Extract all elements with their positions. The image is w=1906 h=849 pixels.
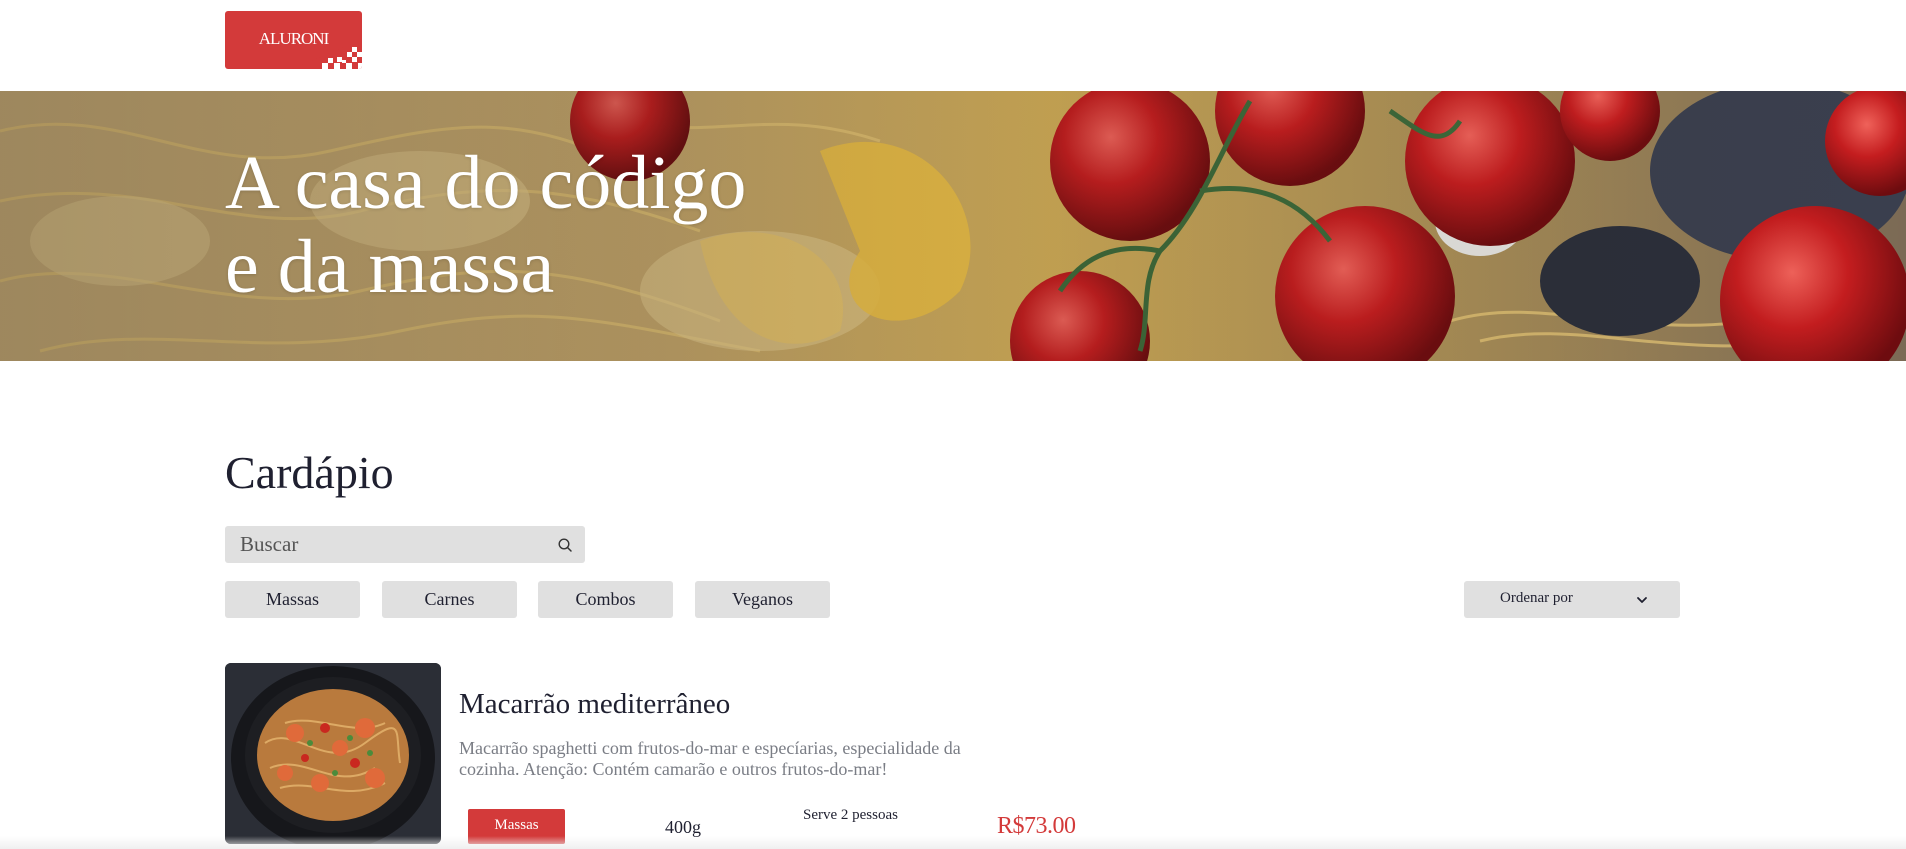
logo-text: ALURONI xyxy=(258,29,330,48)
hero-title-line2: e da massa xyxy=(225,225,555,309)
filter-combos-button[interactable]: Combos xyxy=(538,581,673,618)
dish-image xyxy=(225,663,441,844)
item-size: 400g xyxy=(665,817,701,837)
hero-title-line1: A casa do código xyxy=(225,141,747,225)
site-header: ALURONI xyxy=(0,0,1906,91)
search-input[interactable] xyxy=(225,526,545,563)
filter-veganos-button[interactable]: Veganos xyxy=(695,581,830,618)
order-label: Ordenar por xyxy=(1500,590,1573,606)
scroll-fade xyxy=(0,836,1906,849)
filter-carnes-button[interactable]: Carnes xyxy=(382,581,517,618)
menu-item[interactable]: Macarrão mediterrâneo Macarrão spaghetti… xyxy=(225,663,1125,849)
filter-massas-button[interactable]: Massas xyxy=(225,581,360,618)
logo[interactable]: ALURONI xyxy=(225,11,362,69)
search-icon[interactable] xyxy=(557,537,573,553)
hero-title: A casa do código e da massa xyxy=(225,141,746,309)
checkered-pattern-icon xyxy=(292,47,362,69)
order-select[interactable]: Ordenar por xyxy=(1464,581,1680,618)
hero-banner: A casa do código e da massa xyxy=(0,91,1906,361)
search-box xyxy=(225,526,585,563)
item-description: Macarrão spaghetti com frutos-do-mar e e… xyxy=(459,738,961,779)
dish-photo xyxy=(225,663,441,844)
chevron-down-icon xyxy=(1637,597,1647,603)
item-name: Macarrão mediterrâneo xyxy=(459,688,731,720)
page-title: Cardápio xyxy=(225,447,394,498)
item-serving: Serve 2 pessoas xyxy=(803,807,898,823)
